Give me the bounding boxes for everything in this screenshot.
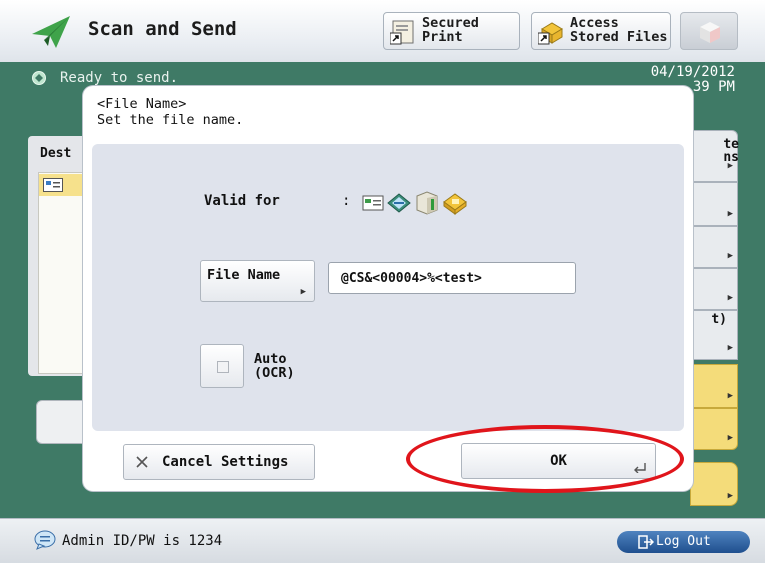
log-out-label: Log Out <box>656 534 711 549</box>
destination-label: Dest <box>40 146 72 161</box>
bottom-bar: Admin ID/PW is 1234 Log Out <box>0 518 765 563</box>
paper-plane-icon <box>32 16 70 48</box>
chevron-right-icon: ▶ <box>727 161 733 171</box>
system-message: Admin ID/PW is 1234 <box>62 533 223 549</box>
chevron-right-icon: ▶ <box>727 343 733 353</box>
chevron-right-icon: ▶ <box>727 391 733 401</box>
file-name-button-label: File Name <box>207 267 281 283</box>
stored-files-label: Access Stored Files <box>570 15 668 45</box>
header: Scan and Send Secured Print Access Store… <box>0 0 765 63</box>
status-ready-icon <box>32 71 46 85</box>
file-name-input[interactable] <box>328 262 576 294</box>
auto-ocr-label: Auto (OCR) <box>254 351 295 381</box>
chevron-right-icon: ▶ <box>727 293 733 303</box>
cancel-settings-button[interactable]: Cancel Settings <box>123 444 315 480</box>
dialog-body: Valid for : File Name ▶ @CS&<00004>%<tes… <box>92 144 684 431</box>
secured-print-icon <box>390 20 414 45</box>
valid-for-label: Valid for <box>204 193 280 209</box>
background-right-button[interactable]: ▶ <box>690 268 738 310</box>
ifax-icon <box>387 193 411 213</box>
chevron-right-icon: ▶ <box>727 491 733 501</box>
ok-button[interactable]: OK <box>461 443 656 479</box>
secured-print-button[interactable]: Secured Print <box>383 12 520 50</box>
secured-print-label: Secured Print <box>422 15 479 45</box>
chevron-right-icon: ▶ <box>727 209 733 219</box>
address-card-icon <box>43 178 63 192</box>
background-right-button[interactable]: ▶ <box>690 462 738 506</box>
background-right-button[interactable]: te ns ▶ <box>690 130 739 182</box>
dialog-subtitle: Set the file name. <box>97 112 244 128</box>
file-name-dialog: <File Name> Set the file name. Valid for… <box>83 86 693 491</box>
cancel-settings-label: Cancel Settings <box>162 454 289 470</box>
log-out-button[interactable]: Log Out <box>617 531 750 553</box>
status-text: Ready to send. <box>60 70 179 86</box>
background-right-button[interactable]: ▶ <box>690 408 738 450</box>
dialog-title: <File Name> <box>97 96 187 112</box>
file-server-icon <box>416 191 438 215</box>
email-icon <box>362 195 384 211</box>
enter-icon <box>634 463 646 473</box>
background-right-button[interactable]: ▶ <box>690 364 738 408</box>
app-title: Scan and Send <box>88 18 237 40</box>
speech-bubble-icon <box>34 530 56 550</box>
cube-button[interactable] <box>680 12 738 50</box>
chevron-right-icon: ▶ <box>727 251 733 261</box>
access-stored-files-button[interactable]: Access Stored Files <box>531 12 671 50</box>
ok-label: OK <box>550 453 567 469</box>
log-out-icon <box>638 535 654 549</box>
auto-ocr-checkbox[interactable] <box>200 344 244 388</box>
mailbox-icon <box>443 193 467 215</box>
chevron-right-icon: ▶ <box>300 287 306 297</box>
close-icon <box>136 456 148 468</box>
valid-for-icons <box>362 188 492 215</box>
chevron-right-icon: ▶ <box>727 433 733 443</box>
background-right-button[interactable]: ▶ <box>690 226 738 268</box>
cube-icon <box>700 22 720 43</box>
valid-for-colon: : <box>342 193 351 209</box>
background-right-button[interactable]: t) ▶ <box>690 310 738 360</box>
file-name-button[interactable]: File Name ▶ <box>200 260 315 302</box>
stored-files-icon <box>538 22 563 45</box>
background-right-button[interactable]: ▶ <box>690 182 738 226</box>
screen: Scan and Send Secured Print Access Store… <box>0 0 765 563</box>
checkbox-empty-icon <box>217 361 229 373</box>
background-right-label: t) <box>711 312 727 327</box>
